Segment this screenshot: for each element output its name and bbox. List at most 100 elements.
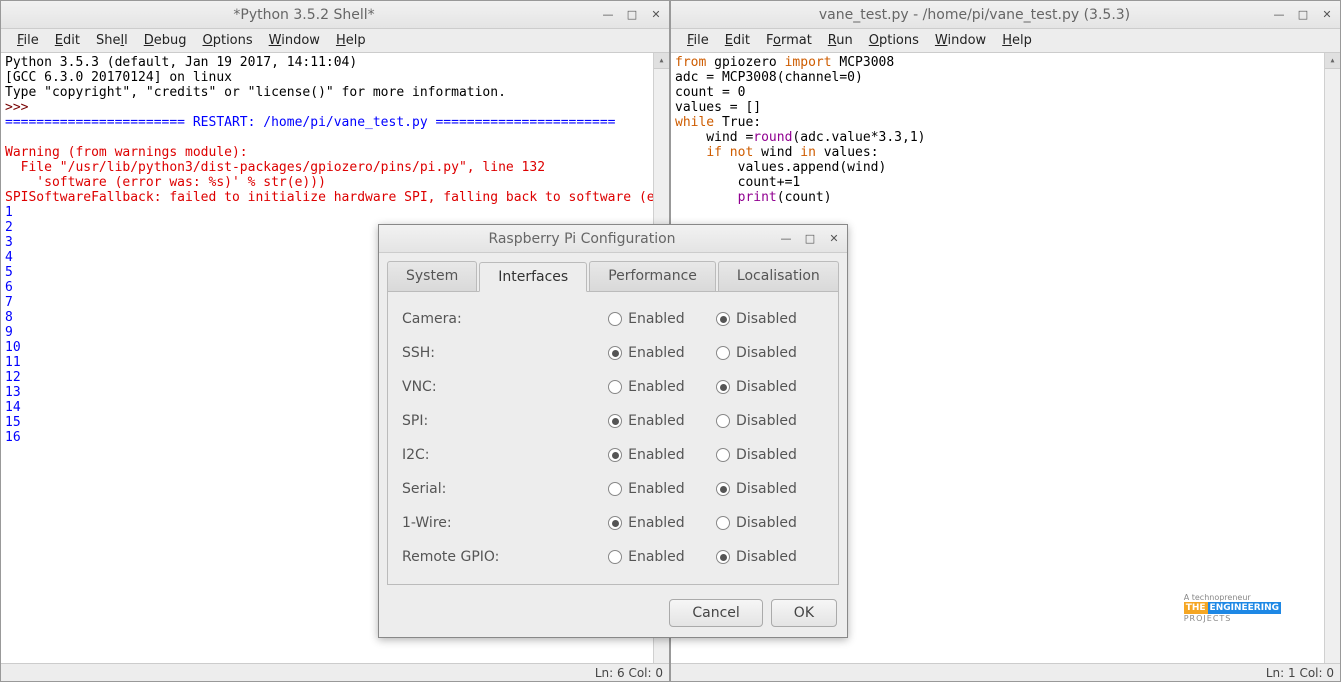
radio-disabled[interactable]: Disabled (716, 447, 824, 463)
warning-line: 'software (error was: %s)' % str(e))) (5, 175, 326, 190)
config-label: SSH: (402, 345, 608, 361)
radio-icon[interactable] (716, 380, 730, 394)
minimize-icon[interactable]: — (601, 8, 615, 22)
radio-icon[interactable] (716, 516, 730, 530)
config-row: SSH:Enabled Disabled (402, 336, 824, 370)
radio-icon[interactable] (716, 346, 730, 360)
code-line: values = [] (675, 100, 761, 115)
close-icon[interactable]: ✕ (1320, 8, 1334, 22)
radio-enabled[interactable]: Enabled (608, 515, 716, 531)
radio-icon[interactable] (716, 448, 730, 462)
radio-enabled[interactable]: Enabled (608, 379, 716, 395)
ok-button[interactable]: OK (771, 599, 837, 627)
radio-enabled[interactable]: Enabled (608, 413, 716, 429)
restart-line: ======================= RESTART: /home/p… (5, 115, 615, 130)
radio-icon[interactable] (608, 482, 622, 496)
opt-label: Enabled (628, 515, 685, 531)
radio-icon[interactable] (608, 312, 622, 326)
radio-icon[interactable] (716, 482, 730, 496)
radio-disabled[interactable]: Disabled (716, 311, 824, 327)
kw: import (785, 55, 832, 70)
kw: while (675, 115, 714, 130)
menu-edit[interactable]: Edit (717, 30, 758, 51)
close-icon[interactable]: ✕ (827, 232, 841, 246)
dialog-title: Raspberry Pi Configuration (385, 231, 779, 247)
editor-statusbar: Ln: 1 Col: 0 (671, 663, 1340, 681)
menu-edit[interactable]: Edit (47, 30, 88, 51)
radio-icon[interactable] (608, 414, 622, 428)
tab-interfaces[interactable]: Interfaces (479, 262, 587, 292)
radio-icon[interactable] (608, 380, 622, 394)
editor-menubar: File Edit Format Run Options Window Help (671, 29, 1340, 53)
config-label: SPI: (402, 413, 608, 429)
scroll-up-icon[interactable]: ▴ (654, 53, 669, 69)
radio-icon[interactable] (608, 346, 622, 360)
interfaces-panel: Camera:EnabledDisabledSSH:EnabledDisable… (387, 291, 839, 585)
menu-options[interactable]: Options (861, 30, 927, 51)
radio-enabled[interactable]: Enabled (608, 481, 716, 497)
radio-icon[interactable] (608, 516, 622, 530)
menu-format[interactable]: Format (758, 30, 820, 51)
editor-scrollbar[interactable]: ▴ (1324, 53, 1340, 663)
opt-label: Disabled (736, 379, 797, 395)
code-text (675, 190, 738, 205)
output-num: 4 (5, 250, 13, 265)
output-num: 8 (5, 310, 13, 325)
menu-debug[interactable]: Debug (136, 30, 195, 51)
opt-label: Disabled (736, 345, 797, 361)
tab-system[interactable]: System (387, 261, 477, 291)
code-line: count = 0 (675, 85, 745, 100)
menu-help[interactable]: Help (328, 30, 374, 51)
output-num: 12 (5, 370, 21, 385)
menu-window[interactable]: Window (261, 30, 328, 51)
radio-disabled[interactable]: Disabled (716, 379, 824, 395)
maximize-icon[interactable]: □ (803, 232, 817, 246)
radio-disabled[interactable]: Disabled (716, 481, 824, 497)
radio-icon[interactable] (716, 550, 730, 564)
dialog-window-controls: — □ ✕ (779, 232, 841, 246)
code-text: MCP3008 (832, 55, 895, 70)
output-num: 15 (5, 415, 21, 430)
shell-titlebar: *Python 3.5.2 Shell* — □ ✕ (1, 1, 669, 29)
menu-file[interactable]: File (679, 30, 717, 51)
close-icon[interactable]: ✕ (649, 8, 663, 22)
minimize-icon[interactable]: — (1272, 8, 1286, 22)
radio-disabled[interactable]: Disabled (716, 345, 824, 361)
output-num: 13 (5, 385, 21, 400)
radio-disabled[interactable]: Disabled (716, 413, 824, 429)
code-text: wind = (675, 130, 753, 145)
radio-icon[interactable] (608, 448, 622, 462)
radio-disabled[interactable]: Disabled (716, 549, 824, 565)
menu-help[interactable]: Help (994, 30, 1040, 51)
config-label: I2C: (402, 447, 608, 463)
radio-icon[interactable] (716, 312, 730, 326)
code-text: True: (714, 115, 761, 130)
scroll-up-icon[interactable]: ▴ (1325, 53, 1340, 69)
config-row: I2C:EnabledDisabled (402, 438, 824, 472)
shell-line: Type "copyright", "credits" or "license(… (5, 85, 506, 100)
radio-icon[interactable] (716, 414, 730, 428)
maximize-icon[interactable]: □ (625, 8, 639, 22)
tab-performance[interactable]: Performance (589, 261, 716, 291)
config-label: Remote GPIO: (402, 549, 608, 565)
radio-enabled[interactable]: Enabled (608, 447, 716, 463)
code-text: (count) (777, 190, 832, 205)
maximize-icon[interactable]: □ (1296, 8, 1310, 22)
radio-icon[interactable] (608, 550, 622, 564)
tab-localisation[interactable]: Localisation (718, 261, 839, 291)
radio-disabled[interactable]: Disabled (716, 515, 824, 531)
config-label: 1-Wire: (402, 515, 608, 531)
menu-shell[interactable]: Shell (88, 30, 136, 51)
cancel-button[interactable]: Cancel (669, 599, 762, 627)
menu-run[interactable]: Run (820, 30, 861, 51)
radio-enabled[interactable]: Enabled (608, 549, 716, 565)
radio-enabled[interactable]: Enabled (608, 311, 716, 327)
radio-enabled[interactable]: Enabled (608, 345, 716, 361)
minimize-icon[interactable]: — (779, 232, 793, 246)
code-text (675, 145, 706, 160)
menu-options[interactable]: Options (194, 30, 260, 51)
menu-file[interactable]: File (9, 30, 47, 51)
menu-window[interactable]: Window (927, 30, 994, 51)
code-line: values.append(wind) (675, 160, 886, 175)
opt-label: Disabled (736, 515, 797, 531)
